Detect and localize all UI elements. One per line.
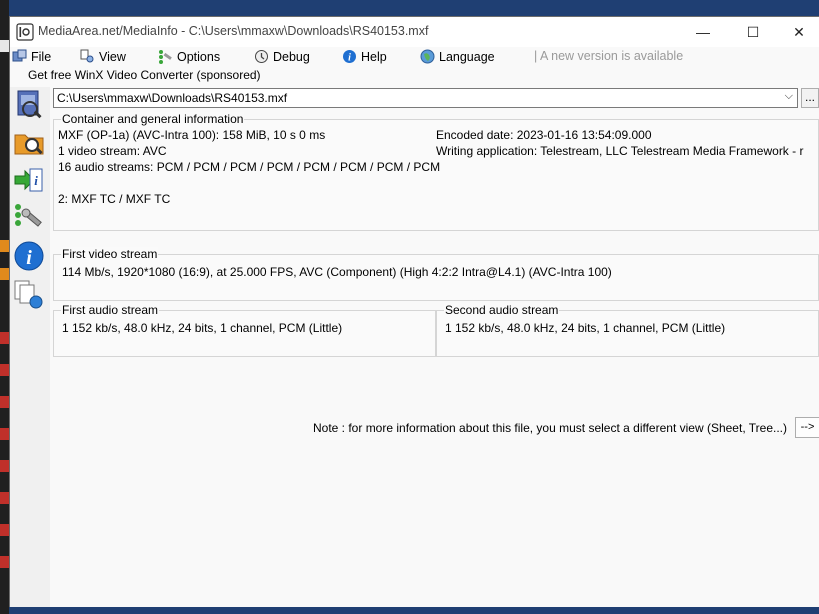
menu-debug[interactable]: Debug xyxy=(254,48,310,66)
audio-stream-2-info: 1 152 kb/s, 48.0 kHz, 24 bits, 1 channel… xyxy=(445,321,726,335)
menu-options-label: Options xyxy=(177,50,221,64)
desktop-strip xyxy=(0,0,9,614)
update-notice[interactable]: | A new version is available xyxy=(534,49,683,63)
general-info-group: Container and general information MXF (O… xyxy=(53,112,819,231)
svg-text:i: i xyxy=(34,173,38,188)
menu-help[interactable]: i Help xyxy=(342,48,387,66)
close-button[interactable]: ✕ xyxy=(776,17,819,47)
window-title: MediaArea.net/MediaInfo - C:\Users\mmaxw… xyxy=(38,24,429,38)
pdf-file-icon[interactable] xyxy=(0,492,9,504)
svg-text:i: i xyxy=(348,53,351,64)
desktop-icon[interactable] xyxy=(0,268,9,280)
general-line: 16 audio streams: PCM / PCM / PCM / PCM … xyxy=(58,160,441,174)
audio-stream-1-group: First audio stream 1 152 kb/s, 48.0 kHz,… xyxy=(53,303,436,357)
audio-stream-1-title: First audio stream xyxy=(61,303,160,317)
open-folder-icon[interactable] xyxy=(12,125,46,159)
main-content: C:\Users\mmaxw\Downloads\RS40153.mxf ⌵ .… xyxy=(50,87,819,607)
encoded-date: Encoded date: 2023-01-16 13:54:09.000 xyxy=(436,128,652,142)
maximize-button[interactable]: ☐ xyxy=(730,17,776,47)
menu-bar: File View Options Debug i Help Language … xyxy=(10,47,819,67)
title-bar[interactable]: MediaArea.net/MediaInfo - C:\Users\mmaxw… xyxy=(10,17,819,47)
general-line: MXF (OP-1a) (AVC-Intra 100): 158 MiB, 10… xyxy=(58,128,326,142)
options-menu-icon xyxy=(159,50,172,64)
export-icon[interactable]: i xyxy=(12,163,46,197)
writing-application: Writing application: Telestream, LLC Tel… xyxy=(436,144,804,158)
mediainfo-app-icon xyxy=(16,23,34,41)
view-menu-icon xyxy=(80,49,94,63)
audio-stream-1-info: 1 152 kb/s, 48.0 kHz, 24 bits, 1 channel… xyxy=(62,321,343,335)
about-icon[interactable]: i xyxy=(12,239,46,273)
view-note: Note : for more information about this f… xyxy=(313,421,787,435)
chevron-down-icon[interactable]: ⌵ xyxy=(785,90,793,103)
menu-options[interactable]: Options xyxy=(158,48,220,66)
video-stream-group: First video stream 114 Mb/s, 1920*1080 (… xyxy=(53,247,819,301)
sponsored-link[interactable]: Get free WinX Video Converter (sponsored… xyxy=(28,68,261,82)
mediainfo-window: MediaArea.net/MediaInfo - C:\Users\mmaxw… xyxy=(9,16,819,607)
desktop-icon[interactable] xyxy=(0,240,9,252)
pdf-file-icon[interactable] xyxy=(0,524,9,536)
menu-debug-label: Debug xyxy=(273,50,310,64)
menu-file-label: File xyxy=(31,50,52,64)
pdf-file-icon[interactable] xyxy=(0,364,9,376)
pdf-file-icon[interactable] xyxy=(0,396,9,408)
general-info-title: Container and general information xyxy=(61,112,245,126)
menu-view-label: View xyxy=(99,50,126,64)
toolbar-sidebar: i i xyxy=(10,87,50,607)
file-path: C:\Users\mmaxw\Downloads\RS40153.mxf xyxy=(57,91,288,105)
desktop-icon[interactable] xyxy=(0,40,9,52)
next-view-button[interactable]: --> xyxy=(795,417,819,438)
menu-file[interactable]: File xyxy=(12,48,51,66)
preferences-icon[interactable] xyxy=(12,201,46,235)
menu-help-label: Help xyxy=(361,50,387,64)
open-file-icon[interactable] xyxy=(12,87,46,121)
pdf-file-icon[interactable] xyxy=(0,460,9,472)
knowledge-base-icon[interactable] xyxy=(12,277,46,311)
video-stream-title: First video stream xyxy=(61,247,159,261)
menu-language-label: Language xyxy=(439,50,495,64)
language-menu-icon xyxy=(420,49,435,64)
menu-language[interactable]: Language xyxy=(420,48,495,66)
browse-button[interactable]: ... xyxy=(801,88,819,108)
minimize-button[interactable]: — xyxy=(680,17,726,47)
svg-text:i: i xyxy=(26,247,32,269)
pdf-file-icon[interactable] xyxy=(0,332,9,344)
audio-stream-2-group: Second audio stream 1 152 kb/s, 48.0 kHz… xyxy=(436,303,819,357)
pdf-file-icon[interactable] xyxy=(0,556,9,568)
pdf-file-icon[interactable] xyxy=(0,428,9,440)
audio-stream-2-title: Second audio stream xyxy=(444,303,560,317)
menu-view[interactable]: View xyxy=(80,48,126,66)
help-menu-icon: i xyxy=(343,50,356,64)
debug-menu-icon xyxy=(255,50,268,63)
file-menu-icon xyxy=(12,49,27,62)
video-stream-info: 114 Mb/s, 1920*1080 (16:9), at 25.000 FP… xyxy=(62,265,612,279)
file-selector[interactable]: C:\Users\mmaxw\Downloads\RS40153.mxf ⌵ xyxy=(53,88,798,108)
general-line: 1 video stream: AVC xyxy=(58,144,167,158)
general-line: 2: MXF TC / MXF TC xyxy=(58,192,171,206)
